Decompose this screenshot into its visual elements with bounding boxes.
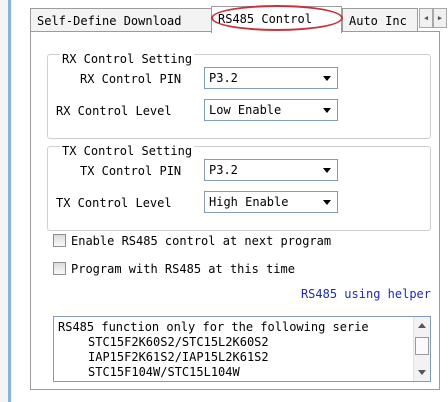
rx-group-title: RX Control Setting <box>60 52 195 66</box>
info-line: RS485 function only for the following se… <box>58 320 369 334</box>
info-line: STC15F104W/STC15L104W <box>88 365 240 379</box>
chevron-down-icon <box>323 76 331 81</box>
tab-scroll-left-icon[interactable]: ◀ <box>419 8 433 28</box>
tx-control-group: TX Control Setting TX Control PIN P3.2 T… <box>47 144 431 231</box>
tx-pin-label: TX Control PIN <box>80 164 182 178</box>
scroll-thumb[interactable] <box>415 337 429 355</box>
rx-control-group: RX Control Setting RX Control PIN P3.2 R… <box>47 52 431 139</box>
tx-pin-select[interactable]: P3.2 <box>204 159 338 181</box>
tab-auto-inc[interactable]: Auto Inc <box>342 8 418 32</box>
rx-level-value: Low Enable <box>209 103 282 117</box>
info-line: IAP15F2K61S2/IAP15L2K61S2 <box>88 350 269 364</box>
rs485-control-panel: RX Control Setting RX Control PIN P3.2 R… <box>30 31 440 390</box>
tx-level-value: High Enable <box>209 195 289 209</box>
scroll-up-icon[interactable] <box>418 323 426 328</box>
tab-bar: Self-Define Download RS485 Control Auto … <box>30 5 448 33</box>
info-line: STC15F2K60S2/STC15L2K60S2 <box>88 335 269 349</box>
tx-level-label: TX Control Level <box>56 196 172 210</box>
rx-pin-select[interactable]: P3.2 <box>204 67 338 89</box>
tab-label: Self-Define Download <box>37 14 182 28</box>
tab-label: RS485 Control <box>218 12 312 26</box>
chevron-down-icon <box>323 108 331 113</box>
tab-rs485-control[interactable]: RS485 Control <box>211 6 342 33</box>
tab-scroll-right-icon[interactable]: ▶ <box>433 8 447 28</box>
left-border-line <box>8 0 11 402</box>
rx-pin-label: RX Control PIN <box>80 72 182 86</box>
tx-group-title: TX Control Setting <box>60 144 195 158</box>
rx-pin-value: P3.2 <box>209 71 238 85</box>
checkbox[interactable] <box>53 262 66 275</box>
scroll-down-icon[interactable] <box>418 370 426 375</box>
rs485-info-textbox[interactable]: RS485 function only for the following se… <box>53 316 431 382</box>
tx-level-select[interactable]: High Enable <box>204 191 338 213</box>
tab-label: Auto Inc <box>349 14 407 28</box>
rx-level-select[interactable]: Low Enable <box>204 99 338 121</box>
rs485-helper-link[interactable]: RS485 using helper <box>301 287 431 301</box>
chevron-down-icon <box>323 168 331 173</box>
checkbox[interactable] <box>53 234 66 247</box>
rx-level-label: RX Control Level <box>56 104 172 118</box>
checkbox-label: Enable RS485 control at next program <box>71 234 332 248</box>
chevron-down-icon <box>323 200 331 205</box>
info-scrollbar[interactable] <box>413 317 430 381</box>
checkbox-label: Program with RS485 at this time <box>71 262 295 276</box>
tab-self-define-download[interactable]: Self-Define Download <box>30 8 212 32</box>
tx-pin-value: P3.2 <box>209 163 238 177</box>
